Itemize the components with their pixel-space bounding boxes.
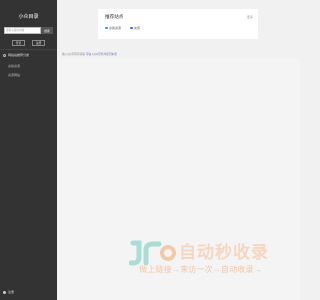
sidebar-footer-label: 注册: [8, 290, 15, 294]
sidebar-section-label: 网站站推荐分类: [8, 53, 30, 57]
card-links: 虚拟资源 充值: [105, 26, 140, 30]
watermark-title: 自动秒收录: [179, 243, 269, 262]
search-bar: 搜索: [4, 27, 53, 34]
app-title: 小众目录: [18, 14, 39, 20]
notice-prefix: 输入QQ号码可获取: [62, 53, 85, 56]
search-input[interactable]: [4, 27, 41, 34]
site-link-virtual-resources[interactable]: 虚拟资源: [105, 26, 121, 30]
more-link[interactable]: 更多: [247, 15, 253, 19]
notice-text: 输入QQ号码可获取 可输入QQ号码并按回车键: [62, 52, 117, 56]
site-link-recharge[interactable]: 充值: [130, 26, 140, 30]
login-button[interactable]: 登录: [12, 40, 25, 46]
sidebar-section-header[interactable]: 网站站推荐分类: [3, 53, 29, 57]
user-icon: [3, 290, 6, 294]
category-icon: [3, 53, 6, 57]
site-icon: [130, 26, 133, 30]
sidebar-divider: [0, 49, 57, 50]
card-title: 推荐站点: [105, 14, 124, 19]
sidebar: 小众目录 搜索 登录 注册 网站站推荐分类 虚拟资源 资源网站 注册: [0, 0, 57, 300]
sidebar-item-resource-sites[interactable]: 资源网站: [8, 73, 20, 77]
sidebar-item-virtual-resources[interactable]: 虚拟资源: [8, 64, 20, 68]
watermark-slogan: 做上链接→来访一次→自动收录→: [139, 265, 262, 274]
site-icon: [105, 26, 108, 30]
auth-buttons: 登录 注册: [0, 40, 57, 46]
watermark: 自动秒收录 做上链接→来访一次→自动收录→: [129, 238, 279, 278]
site-link-label: 充值: [134, 26, 141, 30]
sidebar-footer[interactable]: 注册: [3, 290, 14, 294]
site-link-label: 虚拟资源: [109, 26, 122, 30]
register-button[interactable]: 注册: [32, 40, 45, 46]
recommended-sites-card: 推荐站点 更多 虚拟资源 充值: [98, 9, 258, 39]
search-button[interactable]: 搜索: [41, 27, 53, 34]
notice-link[interactable]: 可输入QQ号码并按回车键: [86, 53, 117, 56]
